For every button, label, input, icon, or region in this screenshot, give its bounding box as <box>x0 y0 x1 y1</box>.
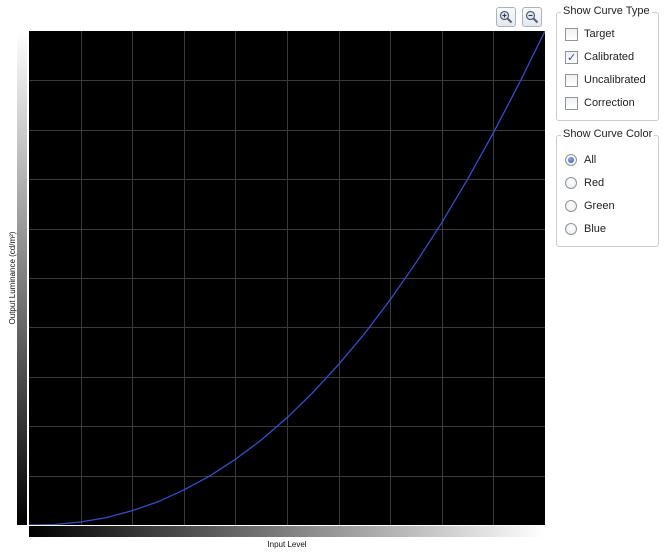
red-radio[interactable]: Red <box>565 176 659 192</box>
show-curve-color-title: Show Curve Color <box>561 128 655 140</box>
checkbox-box: ✓ <box>565 51 578 64</box>
radio-circle <box>565 177 577 189</box>
calibrated-label: Calibrated <box>584 51 635 63</box>
radio-circle <box>565 223 577 235</box>
calibration-curve-panel: Output Luminance (cd/m²) Input Level Sho… <box>0 0 667 552</box>
checkmark-icon: ✓ <box>567 51 577 64</box>
show-curve-color-group: Show Curve Color All Red Green Blue <box>556 128 659 247</box>
radio-circle <box>565 200 577 212</box>
radio-selected-dot <box>568 157 574 163</box>
zoom-in-button[interactable] <box>496 7 516 27</box>
x-axis-label: Input Level <box>267 540 307 549</box>
zoom-in-icon <box>499 10 513 24</box>
blue-label: Blue <box>584 223 607 235</box>
uncalibrated-label: Uncalibrated <box>584 74 646 86</box>
x-axis-gradient-bar <box>29 526 545 537</box>
green-label: Green <box>584 200 615 212</box>
correction-checkbox[interactable]: Correction <box>565 96 659 112</box>
target-label: Target <box>584 28 615 40</box>
curve-plot[interactable] <box>29 31 545 525</box>
all-radio[interactable]: All <box>565 153 659 169</box>
zoom-out-icon <box>525 10 539 24</box>
checkbox-box <box>565 28 578 41</box>
blue-radio[interactable]: Blue <box>565 222 659 238</box>
green-radio[interactable]: Green <box>565 199 659 215</box>
checkbox-box <box>565 97 578 110</box>
show-curve-type-group: Show Curve Type Target ✓ Calibrated Unca… <box>556 5 659 121</box>
target-checkbox[interactable]: Target <box>565 27 659 43</box>
grid-lines <box>29 31 545 525</box>
checkbox-box <box>565 74 578 87</box>
curve-plot-svg <box>29 31 545 525</box>
calibrated-checkbox[interactable]: ✓ Calibrated <box>565 50 659 66</box>
uncalibrated-checkbox[interactable]: Uncalibrated <box>565 73 659 89</box>
radio-circle <box>565 154 577 166</box>
y-axis-label: Output Luminance (cd/m²) <box>8 231 17 325</box>
all-label: All <box>584 154 597 166</box>
show-curve-type-title: Show Curve Type <box>561 5 652 17</box>
red-label: Red <box>584 177 605 189</box>
zoom-out-button[interactable] <box>522 7 542 27</box>
correction-label: Correction <box>584 97 635 109</box>
